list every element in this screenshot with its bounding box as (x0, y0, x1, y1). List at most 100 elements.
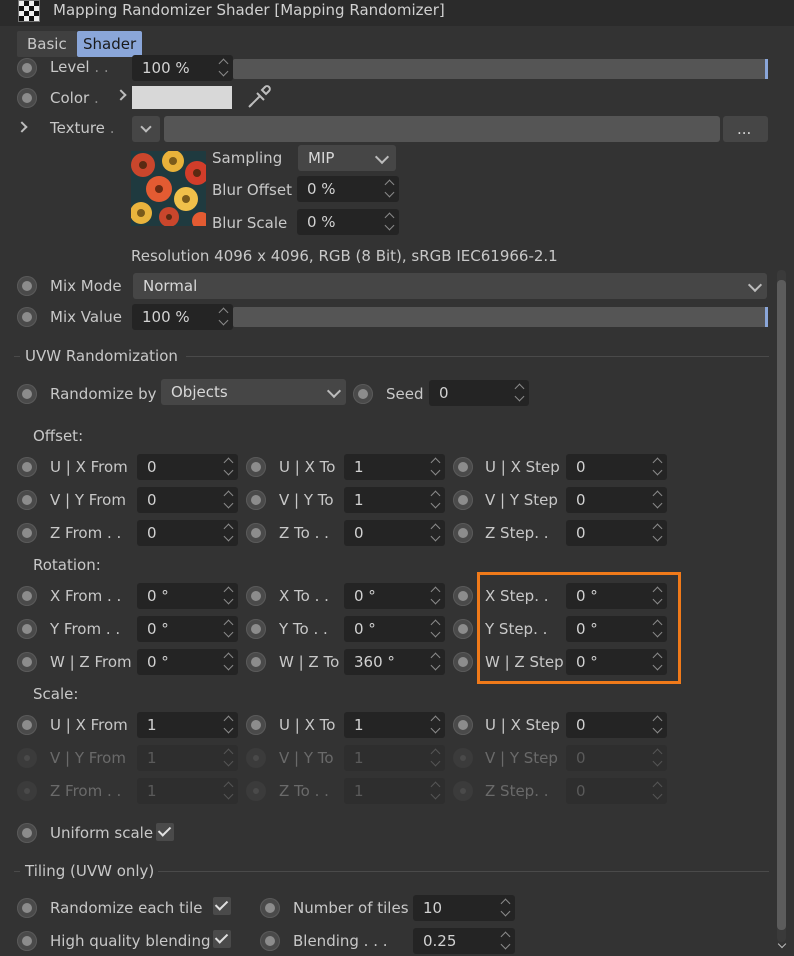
blending-field[interactable]: 0.25 (413, 928, 515, 954)
rotation-wz-to-field[interactable]: 360 ° (344, 649, 445, 675)
scrollbar-thumb[interactable] (777, 280, 786, 930)
color-keyframe-radio[interactable] (17, 88, 37, 108)
blur-offset-spinner-icon[interactable] (385, 179, 395, 199)
uniform-scale-radio[interactable] (17, 823, 37, 843)
spinner-icon[interactable] (653, 523, 663, 543)
scroll-down-arrow-icon[interactable] (777, 939, 787, 949)
spinner-icon[interactable] (224, 523, 234, 543)
randomize-each-tile-checkbox[interactable] (213, 897, 231, 915)
rotation-wz-to-radio[interactable] (246, 652, 266, 672)
blending-radio[interactable] (260, 931, 280, 951)
rotation-x-step-radio[interactable] (453, 586, 473, 606)
spinner-icon[interactable] (501, 931, 511, 951)
offset-vy-step-field[interactable]: 0 (566, 487, 667, 513)
spinner-icon[interactable] (653, 715, 663, 735)
rotation-y-step-radio[interactable] (453, 619, 473, 639)
mix-value-field[interactable]: 100 % (132, 304, 233, 330)
level-keyframe-radio[interactable] (17, 58, 37, 78)
texture-browse-button[interactable]: ... (723, 116, 768, 142)
level-field[interactable]: 100 % (132, 55, 233, 81)
offset-z-step-field[interactable]: 0 (566, 520, 667, 546)
rotation-y-to-field[interactable]: 0 ° (344, 616, 445, 642)
offset-z-from-field[interactable]: 0 (137, 520, 238, 546)
scale-ux-to-radio[interactable] (246, 715, 266, 735)
eyedropper-icon[interactable] (246, 84, 272, 110)
offset-ux-to-radio[interactable] (246, 457, 266, 477)
scale-ux-from-field[interactable]: 1 (137, 712, 238, 738)
spinner-icon[interactable] (431, 457, 441, 477)
offset-ux-from-field[interactable]: 0 (137, 454, 238, 480)
level-slider[interactable] (233, 59, 768, 79)
rotation-x-to-radio[interactable] (246, 586, 266, 606)
number-of-tiles-field[interactable]: 10 (413, 895, 515, 921)
texture-expand-chevron-icon[interactable] (16, 121, 28, 133)
blur-scale-field[interactable]: 0 % (297, 209, 399, 235)
offset-z-to-field[interactable]: 0 (344, 520, 445, 546)
seed-spinner-icon[interactable] (515, 383, 525, 403)
mix-mode-keyframe-radio[interactable] (17, 276, 37, 296)
spinner-icon[interactable] (224, 715, 234, 735)
scale-ux-step-radio[interactable] (453, 715, 473, 735)
spinner-icon[interactable] (224, 652, 234, 672)
rotation-y-from-radio[interactable] (17, 619, 37, 639)
spinner-icon[interactable] (431, 619, 441, 639)
mix-mode-dropdown[interactable]: Normal (133, 273, 767, 299)
mix-value-keyframe-radio[interactable] (17, 307, 37, 327)
high-quality-blending-checkbox[interactable] (213, 930, 231, 948)
offset-ux-from-radio[interactable] (17, 457, 37, 477)
blur-scale-spinner-icon[interactable] (385, 212, 395, 232)
spinner-icon[interactable] (653, 490, 663, 510)
tab-basic[interactable]: Basic (17, 31, 77, 57)
spinner-icon[interactable] (431, 490, 441, 510)
level-spinner-icon[interactable] (219, 58, 229, 78)
number-of-tiles-radio[interactable] (260, 898, 280, 918)
scale-ux-from-radio[interactable] (17, 715, 37, 735)
seed-field[interactable]: 0 (429, 380, 529, 406)
seed-keyframe-radio[interactable] (353, 384, 373, 404)
offset-vy-from-field[interactable]: 0 (137, 487, 238, 513)
mix-value-spinner-icon[interactable] (219, 307, 229, 327)
offset-z-to-radio[interactable] (246, 523, 266, 543)
spinner-icon[interactable] (431, 715, 441, 735)
blur-offset-field[interactable]: 0 % (297, 176, 399, 202)
rotation-wz-from-radio[interactable] (17, 652, 37, 672)
spinner-icon[interactable] (224, 586, 234, 606)
spinner-icon[interactable] (431, 586, 441, 606)
color-expand-chevron-icon[interactable] (115, 89, 127, 101)
rotation-x-from-field[interactable]: 0 ° (137, 583, 238, 609)
offset-z-step-radio[interactable] (453, 523, 473, 543)
randomize-by-keyframe-radio[interactable] (17, 384, 37, 404)
randomize-by-dropdown[interactable]: Objects (161, 379, 346, 405)
offset-ux-step-field[interactable]: 0 (566, 454, 667, 480)
offset-vy-to-radio[interactable] (246, 490, 266, 510)
spinner-icon[interactable] (224, 619, 234, 639)
offset-ux-step-radio[interactable] (453, 457, 473, 477)
tab-shader[interactable]: Shader (77, 31, 143, 57)
mix-value-slider[interactable] (233, 307, 768, 327)
offset-z-from-radio[interactable] (17, 523, 37, 543)
texture-type-dropdown[interactable] (132, 116, 160, 142)
high-quality-blending-radio[interactable] (17, 931, 37, 951)
spinner-icon[interactable] (224, 457, 234, 477)
scale-ux-step-field[interactable]: 0 (566, 712, 667, 738)
color-swatch[interactable] (132, 86, 232, 109)
rotation-wz-step-radio[interactable] (453, 652, 473, 672)
spinner-icon[interactable] (501, 898, 511, 918)
rotation-y-from-field[interactable]: 0 ° (137, 616, 238, 642)
rotation-y-to-radio[interactable] (246, 619, 266, 639)
rotation-x-to-field[interactable]: 0 ° (344, 583, 445, 609)
offset-vy-from-radio[interactable] (17, 490, 37, 510)
rotation-wz-from-field[interactable]: 0 ° (137, 649, 238, 675)
offset-vy-step-radio[interactable] (453, 490, 473, 510)
offset-vy-to-field[interactable]: 1 (344, 487, 445, 513)
spinner-icon[interactable] (224, 490, 234, 510)
offset-ux-to-field[interactable]: 1 (344, 454, 445, 480)
scale-ux-to-field[interactable]: 1 (344, 712, 445, 738)
texture-path-field[interactable] (164, 116, 720, 142)
uniform-scale-checkbox[interactable] (156, 823, 174, 841)
spinner-icon[interactable] (431, 652, 441, 672)
spinner-icon[interactable] (653, 457, 663, 477)
randomize-each-tile-radio[interactable] (17, 898, 37, 918)
rotation-x-from-radio[interactable] (17, 586, 37, 606)
spinner-icon[interactable] (431, 523, 441, 543)
